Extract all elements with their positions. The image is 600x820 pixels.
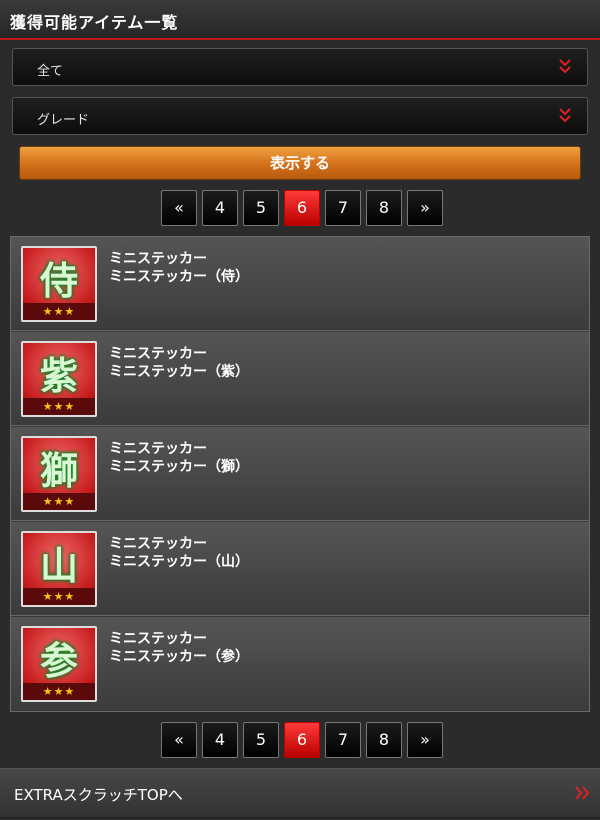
item-icon: 紫 ★★★ (21, 341, 97, 417)
page-button-5[interactable]: 5 (243, 722, 279, 758)
page-header: 獲得可能アイテム一覧 (0, 0, 600, 40)
list-item[interactable]: 侍 ★★★ ミニステッカー ミニステッカー（侍） (11, 237, 589, 331)
item-type: ミニステッカー (109, 536, 207, 552)
grade-select[interactable]: グレード (12, 97, 588, 135)
list-item[interactable]: 参 ★★★ ミニステッカー ミニステッカー（参） (11, 617, 589, 711)
double-chevron-down-icon (559, 59, 571, 74)
page-button-8[interactable]: 8 (366, 722, 402, 758)
grade-select-value: グレード (37, 113, 90, 128)
page-last-button[interactable]: » (407, 722, 443, 758)
page-button-4[interactable]: 4 (202, 190, 238, 226)
rarity-stars: ★★★ (23, 303, 95, 320)
item-name: ミニステッカー（侍） (109, 269, 249, 285)
double-chevron-right-icon (575, 786, 590, 800)
page-button-8[interactable]: 8 (366, 190, 402, 226)
list-item[interactable]: 紫 ★★★ ミニステッカー ミニステッカー（紫） (11, 332, 589, 426)
double-chevron-down-icon (559, 108, 571, 123)
rarity-stars: ★★★ (23, 493, 95, 510)
category-select-value: 全て (37, 64, 64, 79)
item-name: ミニステッカー（紫） (109, 364, 249, 380)
rarity-stars: ★★★ (23, 683, 95, 700)
item-kanji: 侍 (39, 258, 78, 303)
page-button-5[interactable]: 5 (243, 190, 279, 226)
page-last-button[interactable]: » (407, 190, 443, 226)
item-name: ミニステッカー（山） (109, 554, 249, 570)
item-kanji: 紫 (39, 353, 78, 398)
page-first-button[interactable]: « (161, 722, 197, 758)
item-kanji: 参 (39, 638, 78, 683)
list-item[interactable]: 山 ★★★ ミニステッカー ミニステッカー（山） (11, 522, 589, 616)
item-kanji: 山 (39, 543, 78, 588)
footer-link-label: EXTRAスクラッチTOPへ (14, 786, 183, 804)
item-list: 侍 ★★★ ミニステッカー ミニステッカー（侍） 紫 ★★★ ミニステッカー ミ… (10, 236, 590, 712)
rarity-stars: ★★★ (23, 398, 95, 415)
page-button-6-current[interactable]: 6 (284, 190, 320, 226)
extra-scratch-top-link[interactable]: EXTRAスクラッチTOPへ (0, 768, 600, 818)
item-name: ミニステッカー（獅） (109, 459, 249, 475)
show-button[interactable]: 表示する (19, 146, 581, 180)
item-type: ミニステッカー (109, 346, 207, 362)
pagination-top: « 4 5 6 7 8 » (161, 190, 443, 226)
pagination-bottom: « 4 5 6 7 8 » (161, 722, 443, 758)
rarity-stars: ★★★ (23, 588, 95, 605)
page-button-7[interactable]: 7 (325, 722, 361, 758)
list-item[interactable]: 獅 ★★★ ミニステッカー ミニステッカー（獅） (11, 427, 589, 521)
item-kanji: 獅 (39, 448, 78, 493)
item-icon: 侍 ★★★ (21, 246, 97, 322)
item-name: ミニステッカー（参） (109, 649, 249, 665)
item-icon: 獅 ★★★ (21, 436, 97, 512)
page-first-button[interactable]: « (161, 190, 197, 226)
category-select[interactable]: 全て (12, 48, 588, 86)
item-icon: 山 ★★★ (21, 531, 97, 607)
page-title: 獲得可能アイテム一覧 (10, 13, 179, 32)
item-icon: 参 ★★★ (21, 626, 97, 702)
page-button-6-current[interactable]: 6 (284, 722, 320, 758)
page-button-4[interactable]: 4 (202, 722, 238, 758)
item-type: ミニステッカー (109, 251, 207, 267)
page-button-7[interactable]: 7 (325, 190, 361, 226)
item-type: ミニステッカー (109, 631, 207, 647)
item-type: ミニステッカー (109, 441, 207, 457)
